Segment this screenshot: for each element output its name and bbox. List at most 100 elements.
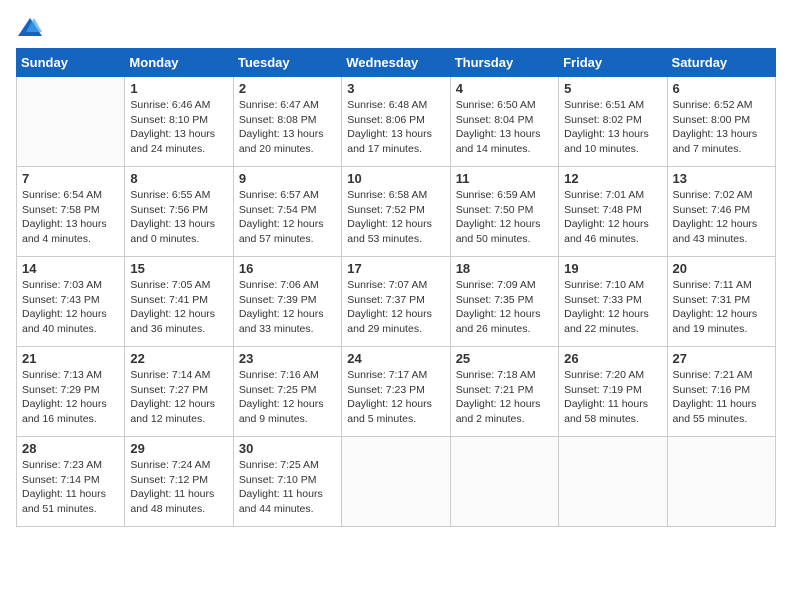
calendar-table: SundayMondayTuesdayWednesdayThursdayFrid… [16, 48, 776, 527]
cell-info: Sunrise: 6:55 AM Sunset: 7:56 PM Dayligh… [130, 188, 227, 247]
calendar-cell: 27Sunrise: 7:21 AM Sunset: 7:16 PM Dayli… [667, 347, 775, 437]
calendar-cell: 12 Sunrise: 7:01 AM Sunset: 7:48 PM Dayli… [559, 167, 667, 257]
day-number: 21 [22, 351, 119, 366]
cell-info: Sunrise: 7:17 AM Sunset: 7:23 PM Dayligh… [347, 368, 444, 427]
cell-info: Sunrise: 6:57 AM Sunset: 7:54 PM Dayligh… [239, 188, 336, 247]
week-row-3: 14 Sunrise: 7:03 AM Sunset: 7:43 PM Dayli… [17, 257, 776, 347]
calendar-cell: 22 Sunrise: 7:14 AM Sunset: 7:27 PM Dayli… [125, 347, 233, 437]
calendar-cell: 23 Sunrise: 7:16 AM Sunset: 7:25 PM Dayli… [233, 347, 341, 437]
calendar-cell: 8 Sunrise: 6:55 AM Sunset: 7:56 PM Daylig… [125, 167, 233, 257]
logo [16, 16, 48, 38]
day-number: 19 [564, 261, 661, 276]
calendar-cell: 26 Sunrise: 7:20 AM Sunset: 7:19 PM Dayli… [559, 347, 667, 437]
weekday-header-friday: Friday [559, 49, 667, 77]
day-number: 29 [130, 441, 227, 456]
calendar-cell: 19 Sunrise: 7:10 AM Sunset: 7:33 PM Dayli… [559, 257, 667, 347]
cell-info: Sunrise: 6:48 AM Sunset: 8:06 PM Dayligh… [347, 98, 444, 157]
day-number: 28 [22, 441, 119, 456]
cell-info: Sunrise: 7:10 AM Sunset: 7:33 PM Dayligh… [564, 278, 661, 337]
cell-info: Sunrise: 6:46 AM Sunset: 8:10 PM Dayligh… [130, 98, 227, 157]
day-number: 15 [130, 261, 227, 276]
day-number: 3 [347, 81, 444, 96]
day-number: 23 [239, 351, 336, 366]
calendar-cell: 24 Sunrise: 7:17 AM Sunset: 7:23 PM Dayli… [342, 347, 450, 437]
calendar-cell: 1 Sunrise: 6:46 AM Sunset: 8:10 PM Daylig… [125, 77, 233, 167]
calendar-cell [17, 77, 125, 167]
cell-info: Sunrise: 7:03 AM Sunset: 7:43 PM Dayligh… [22, 278, 119, 337]
cell-info: Sunrise: 7:11 AM Sunset: 7:31 PM Dayligh… [673, 278, 770, 337]
calendar-cell: 5Sunrise: 6:51 AM Sunset: 8:02 PM Daylig… [559, 77, 667, 167]
day-number: 6 [673, 81, 770, 96]
day-number: 27 [673, 351, 770, 366]
calendar-cell: 9 Sunrise: 6:57 AM Sunset: 7:54 PM Daylig… [233, 167, 341, 257]
calendar-cell: 6 Sunrise: 6:52 AM Sunset: 8:00 PM Daylig… [667, 77, 775, 167]
cell-info: Sunrise: 7:13 AM Sunset: 7:29 PM Dayligh… [22, 368, 119, 427]
cell-info: Sunrise: 7:24 AM Sunset: 7:12 PM Dayligh… [130, 458, 227, 517]
calendar-cell: 30 Sunrise: 7:25 AM Sunset: 7:10 PM Dayli… [233, 437, 341, 527]
calendar-cell: 4 Sunrise: 6:50 AM Sunset: 8:04 PM Daylig… [450, 77, 558, 167]
calendar-cell: 15 Sunrise: 7:05 AM Sunset: 7:41 PM Dayli… [125, 257, 233, 347]
weekday-header-row: SundayMondayTuesdayWednesdayThursdayFrid… [17, 49, 776, 77]
day-number: 22 [130, 351, 227, 366]
cell-info: Sunrise: 7:18 AM Sunset: 7:21 PM Dayligh… [456, 368, 553, 427]
day-number: 17 [347, 261, 444, 276]
cell-info: Sunrise: 7:23 AM Sunset: 7:14 PM Dayligh… [22, 458, 119, 517]
cell-info: Sunrise: 6:54 AM Sunset: 7:58 PM Dayligh… [22, 188, 119, 247]
cell-info: Sunrise: 6:50 AM Sunset: 8:04 PM Dayligh… [456, 98, 553, 157]
day-number: 16 [239, 261, 336, 276]
day-number: 20 [673, 261, 770, 276]
weekday-header-monday: Monday [125, 49, 233, 77]
cell-info: Sunrise: 7:05 AM Sunset: 7:41 PM Dayligh… [130, 278, 227, 337]
cell-info: Sunrise: 6:59 AM Sunset: 7:50 PM Dayligh… [456, 188, 553, 247]
day-number: 1 [130, 81, 227, 96]
day-number: 11 [456, 171, 553, 186]
week-row-5: 28 Sunrise: 7:23 AM Sunset: 7:14 PM Dayli… [17, 437, 776, 527]
day-number: 13 [673, 171, 770, 186]
weekday-header-sunday: Sunday [17, 49, 125, 77]
page-header [16, 16, 776, 38]
weekday-header-tuesday: Tuesday [233, 49, 341, 77]
cell-info: Sunrise: 6:51 AM Sunset: 8:02 PM Dayligh… [564, 98, 661, 157]
cell-info: Sunrise: 7:16 AM Sunset: 7:25 PM Dayligh… [239, 368, 336, 427]
day-number: 12 [564, 171, 661, 186]
calendar-cell: 3 Sunrise: 6:48 AM Sunset: 8:06 PM Daylig… [342, 77, 450, 167]
generalblue-icon [16, 16, 44, 38]
calendar-cell: 25 Sunrise: 7:18 AM Sunset: 7:21 PM Dayli… [450, 347, 558, 437]
weekday-header-wednesday: Wednesday [342, 49, 450, 77]
calendar-cell: 2Sunrise: 6:47 AM Sunset: 8:08 PM Daylig… [233, 77, 341, 167]
calendar-cell: 16 Sunrise: 7:06 AM Sunset: 7:39 PM Dayli… [233, 257, 341, 347]
week-row-4: 21 Sunrise: 7:13 AM Sunset: 7:29 PM Dayli… [17, 347, 776, 437]
calendar-cell: 13 Sunrise: 7:02 AM Sunset: 7:46 PM Dayli… [667, 167, 775, 257]
day-number: 9 [239, 171, 336, 186]
weekday-header-thursday: Thursday [450, 49, 558, 77]
day-number: 8 [130, 171, 227, 186]
cell-info: Sunrise: 7:07 AM Sunset: 7:37 PM Dayligh… [347, 278, 444, 337]
cell-info: Sunrise: 7:20 AM Sunset: 7:19 PM Dayligh… [564, 368, 661, 427]
day-number: 24 [347, 351, 444, 366]
calendar-cell [559, 437, 667, 527]
calendar-cell: 7Sunrise: 6:54 AM Sunset: 7:58 PM Daylig… [17, 167, 125, 257]
day-number: 30 [239, 441, 336, 456]
calendar-cell: 14 Sunrise: 7:03 AM Sunset: 7:43 PM Dayli… [17, 257, 125, 347]
day-number: 25 [456, 351, 553, 366]
cell-info: Sunrise: 7:02 AM Sunset: 7:46 PM Dayligh… [673, 188, 770, 247]
day-number: 26 [564, 351, 661, 366]
week-row-1: 1 Sunrise: 6:46 AM Sunset: 8:10 PM Daylig… [17, 77, 776, 167]
cell-info: Sunrise: 7:06 AM Sunset: 7:39 PM Dayligh… [239, 278, 336, 337]
weekday-header-saturday: Saturday [667, 49, 775, 77]
cell-info: Sunrise: 6:52 AM Sunset: 8:00 PM Dayligh… [673, 98, 770, 157]
cell-info: Sunrise: 7:01 AM Sunset: 7:48 PM Dayligh… [564, 188, 661, 247]
day-number: 14 [22, 261, 119, 276]
calendar-cell: 10Sunrise: 6:58 AM Sunset: 7:52 PM Dayli… [342, 167, 450, 257]
day-number: 4 [456, 81, 553, 96]
cell-info: Sunrise: 6:58 AM Sunset: 7:52 PM Dayligh… [347, 188, 444, 247]
calendar-cell: 18Sunrise: 7:09 AM Sunset: 7:35 PM Dayli… [450, 257, 558, 347]
calendar-cell: 20 Sunrise: 7:11 AM Sunset: 7:31 PM Dayli… [667, 257, 775, 347]
calendar-body: 1 Sunrise: 6:46 AM Sunset: 8:10 PM Daylig… [17, 77, 776, 527]
calendar-cell: 17 Sunrise: 7:07 AM Sunset: 7:37 PM Dayli… [342, 257, 450, 347]
calendar-cell: 11 Sunrise: 6:59 AM Sunset: 7:50 PM Dayli… [450, 167, 558, 257]
cell-info: Sunrise: 7:14 AM Sunset: 7:27 PM Dayligh… [130, 368, 227, 427]
cell-info: Sunrise: 7:25 AM Sunset: 7:10 PM Dayligh… [239, 458, 336, 517]
calendar-cell: 29 Sunrise: 7:24 AM Sunset: 7:12 PM Dayli… [125, 437, 233, 527]
calendar-cell [342, 437, 450, 527]
